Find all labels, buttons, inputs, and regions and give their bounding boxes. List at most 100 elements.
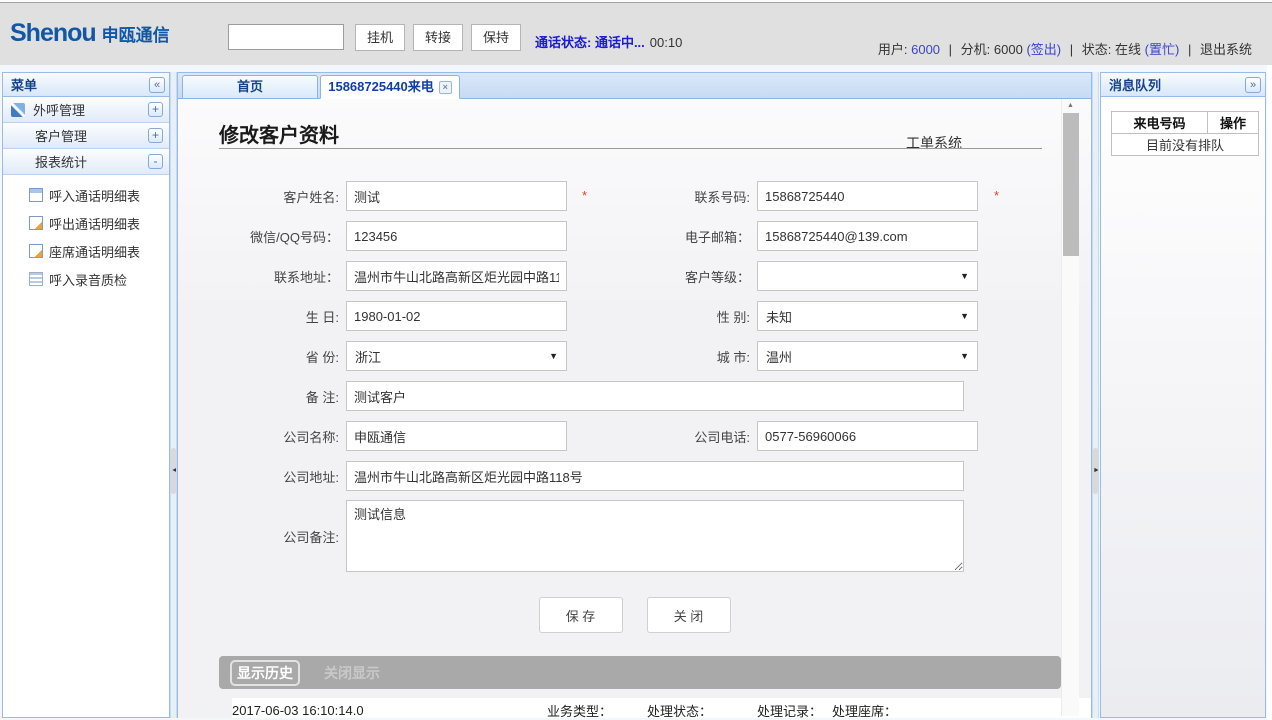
call-status: 通话状态: 通话中... 00:10 bbox=[535, 32, 682, 51]
hide-history-button[interactable]: 关闭显示 bbox=[324, 663, 380, 683]
separator: | bbox=[949, 42, 952, 57]
menu-group-label: 报表统计 bbox=[35, 152, 148, 171]
city-select[interactable]: 温州 ▼ bbox=[757, 341, 978, 371]
gender-select[interactable]: 未知 ▼ bbox=[757, 301, 978, 331]
table-report-icon bbox=[29, 188, 43, 202]
logout-link[interactable]: 退出系统 bbox=[1200, 42, 1252, 57]
select-arrow-icon: ▼ bbox=[960, 351, 969, 361]
queue-col-action: 操作 bbox=[1208, 112, 1259, 134]
email-input[interactable] bbox=[757, 221, 978, 251]
tab-label: 15868725440来电 bbox=[328, 76, 434, 98]
left-menu-panel: 菜单 « 外呼管理 + 客户管理 + 报表统计 - 呼入通话明细表 bbox=[2, 72, 170, 718]
plus-icon[interactable]: + bbox=[148, 102, 163, 117]
queue-panel-header: 消息队列 » bbox=[1101, 73, 1265, 97]
field-label: 微信/QQ号码： bbox=[178, 227, 346, 246]
contact-address-input[interactable] bbox=[346, 261, 567, 291]
app-window: Shenou申瓯通信 挂机 转接 保持 通话状态: 通话中...00:10 用户… bbox=[0, 0, 1272, 720]
tab-content: 修改客户资料 工单系统 客户姓名: * 联系号码: * 微信/QQ号码： bbox=[178, 99, 1091, 718]
field-label: 省 份: bbox=[178, 347, 346, 366]
collapse-left-icon[interactable]: « bbox=[149, 77, 165, 93]
remark-input[interactable] bbox=[346, 381, 964, 411]
menu-item-inbound-call-detail[interactable]: 呼入通话明细表 bbox=[3, 181, 169, 209]
call-control-buttons: 挂机 转接 保持 bbox=[355, 24, 521, 51]
window-right-strip bbox=[1267, 65, 1272, 720]
wechat-qq-input[interactable] bbox=[346, 221, 567, 251]
splitter-expand-right-icon[interactable]: ► bbox=[1093, 448, 1098, 494]
save-button[interactable]: 保 存 bbox=[539, 597, 623, 633]
list-audit-icon bbox=[29, 272, 43, 286]
menu-item-label: 座席通话明细表 bbox=[49, 242, 140, 261]
vertical-scrollbar[interactable]: ▲ bbox=[1061, 99, 1079, 716]
queue-table: 来电号码 操作 目前没有排队 bbox=[1111, 111, 1259, 156]
tab-incoming-call[interactable]: 15868725440来电 × bbox=[320, 75, 460, 99]
field-label: 公司备注: bbox=[178, 527, 346, 546]
menu-item-outbound-call-detail[interactable]: 呼出通话明细表 bbox=[3, 209, 169, 237]
field-label: 公司电话: bbox=[567, 427, 757, 446]
company-phone-input[interactable] bbox=[757, 421, 978, 451]
menu-item-inbound-recording-qc[interactable]: 呼入录音质检 bbox=[3, 265, 169, 293]
field-label: 性 别: bbox=[567, 307, 757, 326]
plus-icon[interactable]: + bbox=[148, 128, 163, 143]
work-order-system-link[interactable]: 工单系统 bbox=[906, 133, 962, 153]
dial-input[interactable] bbox=[228, 24, 344, 50]
separator: | bbox=[1070, 42, 1073, 57]
province-select[interactable]: 浙江 ▼ bbox=[346, 341, 567, 371]
menu-title: 菜单 bbox=[11, 75, 149, 94]
close-button[interactable]: 关 闭 bbox=[647, 597, 731, 633]
menu-group-label: 客户管理 bbox=[35, 126, 148, 145]
select-value: 温州 bbox=[766, 347, 960, 366]
menu-item-label: 呼入录音质检 bbox=[49, 270, 127, 289]
transfer-button[interactable]: 转接 bbox=[413, 24, 463, 51]
company-name-input[interactable] bbox=[346, 421, 567, 451]
field-label: 城 市: bbox=[567, 347, 757, 366]
menu-group-outbound[interactable]: 外呼管理 + bbox=[3, 97, 169, 123]
required-asterisk: * bbox=[994, 188, 999, 203]
minus-icon[interactable]: - bbox=[148, 154, 163, 169]
history-col-label: 处理状态： bbox=[647, 701, 712, 719]
tab-home[interactable]: 首页 bbox=[182, 75, 318, 99]
splitter-collapse-left-icon[interactable]: ◄ bbox=[171, 448, 176, 494]
status-value: 在线 bbox=[1115, 42, 1141, 57]
customer-level-select[interactable]: ▼ bbox=[757, 261, 978, 291]
user-label: 用户: bbox=[878, 42, 908, 57]
hangup-button[interactable]: 挂机 bbox=[355, 24, 405, 51]
extension-label: 分机: bbox=[961, 42, 991, 57]
tab-strip: 首页 15868725440来电 × bbox=[178, 73, 1091, 99]
set-busy-link[interactable]: (置忙) bbox=[1145, 42, 1180, 57]
select-arrow-icon: ▼ bbox=[960, 271, 969, 281]
customer-name-input[interactable] bbox=[346, 181, 567, 211]
show-history-button[interactable]: 显示历史 bbox=[230, 660, 300, 686]
expand-right-icon[interactable]: » bbox=[1245, 77, 1261, 93]
menu-group-reports[interactable]: 报表统计 - bbox=[3, 149, 169, 175]
scroll-up-icon[interactable]: ▲ bbox=[1062, 99, 1079, 113]
scrollbar-thumb[interactable] bbox=[1063, 113, 1079, 256]
queue-title: 消息队列 bbox=[1109, 75, 1245, 94]
user-id-link[interactable]: 6000 bbox=[911, 42, 940, 57]
account-bar: 用户: 6000 | 分机: 6000 (签出) | 状态: 在线 (置忙) |… bbox=[878, 39, 1252, 58]
sign-out-link[interactable]: (签出) bbox=[1026, 42, 1061, 57]
menu-item-label: 呼出通话明细表 bbox=[49, 214, 140, 233]
field-label: 联系号码: bbox=[567, 187, 757, 206]
menu-group-customers[interactable]: 客户管理 + bbox=[3, 123, 169, 149]
field-label: 电子邮箱： bbox=[567, 227, 757, 246]
company-address-input[interactable] bbox=[346, 461, 964, 491]
close-icon[interactable]: × bbox=[439, 81, 452, 94]
birthday-input[interactable] bbox=[346, 301, 567, 331]
right-splitter[interactable]: ► bbox=[1092, 72, 1099, 718]
call-status-text: 通话状态: 通话中... bbox=[535, 35, 645, 50]
edit-report-icon bbox=[29, 244, 43, 258]
call-timer: 00:10 bbox=[650, 35, 683, 50]
hold-button[interactable]: 保持 bbox=[471, 24, 521, 51]
field-label: 备 注: bbox=[178, 387, 346, 406]
separator: | bbox=[1188, 42, 1191, 57]
customer-form: 客户姓名: * 联系号码: * 微信/QQ号码： 电子邮箱： 联 bbox=[178, 176, 1091, 718]
company-remark-textarea[interactable] bbox=[346, 500, 964, 572]
required-asterisk: * bbox=[582, 188, 587, 203]
menu-item-agent-call-detail[interactable]: 座席通话明细表 bbox=[3, 237, 169, 265]
status-label: 状态: bbox=[1082, 42, 1112, 57]
contact-number-input[interactable] bbox=[757, 181, 978, 211]
queue-empty-text: 目前没有排队 bbox=[1112, 134, 1259, 156]
top-header: Shenou申瓯通信 挂机 转接 保持 通话状态: 通话中...00:10 用户… bbox=[0, 2, 1272, 65]
left-splitter[interactable]: ◄ bbox=[170, 72, 177, 718]
history-record-row: 2017-06-03 16:10:14.0 业务类型： 处理状态： 处理记录： … bbox=[232, 698, 1091, 718]
